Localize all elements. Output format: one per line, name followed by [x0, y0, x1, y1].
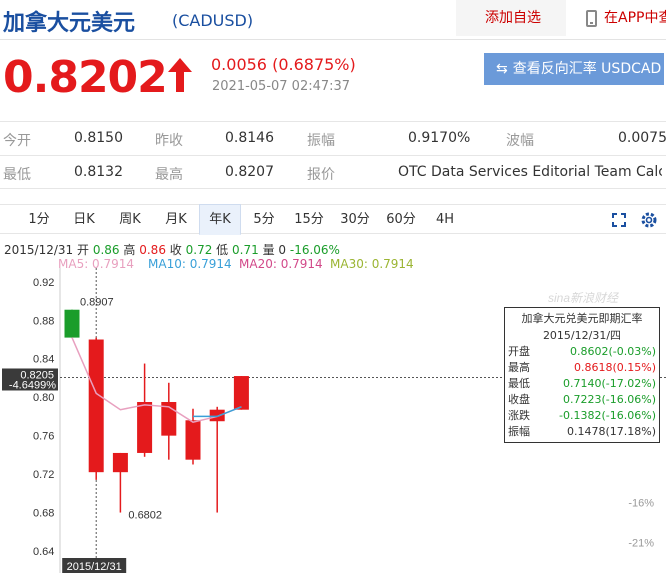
add-watchlist-button[interactable]: 添加自选: [456, 0, 566, 36]
y-tick-label: 0.88: [33, 315, 54, 327]
tooltip-key: 最低: [508, 377, 530, 390]
crosshair-date: 2015/12/31: [67, 561, 122, 573]
tooltip-key: 收盘: [508, 393, 530, 406]
tab-week[interactable]: 周K: [108, 205, 152, 234]
current-price: 0.8202: [3, 52, 168, 103]
stats-row: 最低 0.8132 最高 0.8207 报价 OTC Data Services…: [0, 155, 666, 189]
fullscreen-icon[interactable]: [612, 213, 626, 227]
tooltip-key: 最高: [508, 361, 530, 374]
info-close-label: 收: [169, 243, 182, 257]
candle-body: [137, 402, 153, 453]
reverse-rate-label: 查看反向汇率 USDCAD: [512, 61, 662, 77]
tooltip-row: 涨跌 -0.1382(-16.06%): [505, 408, 659, 424]
info-date: 2015/12/31: [4, 243, 74, 257]
stat-value: 0.8132: [74, 164, 123, 180]
info-low-label: 低: [216, 243, 229, 257]
candle-body: [64, 309, 80, 338]
tooltip-value: 0.1478(17.18%): [566, 425, 656, 438]
y-tick-label: 0.68: [33, 508, 54, 520]
candle-body: [112, 452, 128, 473]
tooltip-date: 2015/12/31/四: [542, 329, 622, 342]
stat-label: 报价: [307, 167, 335, 183]
stat-label: 最高: [155, 167, 183, 183]
tooltip-value: 0.8618(0.15%): [573, 361, 656, 374]
stat-label: 最低: [3, 167, 31, 183]
tab-60min[interactable]: 60分: [379, 205, 423, 234]
tab-month[interactable]: 月K: [154, 205, 198, 234]
tooltip-value: 0.7223(-16.06%): [563, 393, 656, 406]
view-in-app-button[interactable]: 在APP中查看: [599, 0, 666, 36]
stat-value: 0.0075: [618, 130, 666, 146]
page-title: 加拿大元美元: [3, 11, 136, 36]
tab-year[interactable]: 年K: [199, 204, 241, 235]
tooltip-row: 振幅 0.1478(17.18%): [505, 424, 659, 440]
info-volume: 0: [278, 243, 287, 257]
stat-value: 0.8150: [74, 130, 123, 146]
stat-value: 0.9170%: [408, 130, 471, 146]
tab-30min[interactable]: 30分: [333, 205, 377, 234]
watermark: sina新浪财经: [548, 291, 620, 305]
candle-annotation: 0.6802: [128, 510, 162, 522]
y-tick-label: 0.80: [33, 392, 54, 404]
tooltip-row: 最高 0.8618(0.15%): [505, 360, 659, 376]
stat-value: 0.8146: [225, 130, 274, 146]
price-change: 0.0056 (0.6875%): [211, 55, 356, 74]
info-volume-label: 量: [262, 243, 275, 257]
phone-icon: [586, 10, 597, 27]
stat-label: 波幅: [506, 133, 534, 149]
info-open-label: 开: [77, 243, 90, 257]
candle-body: [233, 376, 249, 410]
tooltip-row: 开盘 0.8602(-0.03%): [505, 344, 659, 360]
info-high: 0.86: [139, 243, 166, 257]
swap-icon: ⇆: [496, 61, 508, 77]
y-tick-label: 0.84: [33, 354, 54, 366]
tooltip-row: 收盘 0.7223(-16.06%): [505, 392, 659, 408]
tab-15min[interactable]: 15分: [287, 205, 331, 234]
header: 加拿大元美元 (CADUSD) 添加自选 在APP中查看: [0, 0, 666, 40]
stats-table: 今开 0.8150 昨收 0.8146 振幅 0.9170% 波幅 0.0075…: [0, 121, 666, 189]
pct-tick-label: -16%: [628, 498, 654, 510]
tab-1min[interactable]: 1分: [20, 205, 58, 234]
quote-time: 2021-05-07 02:47:37: [212, 79, 351, 94]
y-tick-label: 0.92: [33, 277, 54, 289]
y-tick-label: 0.64: [33, 546, 54, 558]
candle-body: [185, 420, 201, 460]
pct-tick-label: -21%: [628, 537, 654, 549]
stat-label: 今开: [3, 133, 31, 149]
info-change: -16.06%: [289, 243, 340, 257]
tooltip-value: 0.8602(-0.03%): [570, 345, 656, 358]
currency-code: (CADUSD): [172, 11, 254, 30]
settings-icon[interactable]: [640, 211, 658, 229]
info-open: 0.86: [92, 243, 120, 257]
stat-value: OTC Data Services Editorial Team Calc...: [398, 164, 662, 180]
info-high-label: 高: [123, 243, 136, 257]
period-tabs: 1分 日K 周K 月K 年K 5分 15分 30分 60分 4H: [0, 204, 666, 235]
stat-label: 昨收: [155, 133, 183, 149]
stat-label: 振幅: [307, 133, 335, 149]
candle-body: [88, 339, 104, 473]
tab-5min[interactable]: 5分: [244, 205, 284, 234]
candle-info-bar: 2015/12/31 开 0.86 高 0.86 收 0.72 低 0.71 量…: [4, 241, 340, 258]
info-low: 0.71: [232, 243, 259, 257]
tooltip-panel: 加拿大元兑美元即期汇率 2015/12/31/四 开盘 0.8602(-0.03%…: [504, 307, 660, 443]
up-arrow-icon: [168, 58, 192, 92]
tab-day[interactable]: 日K: [62, 205, 106, 234]
tooltip-value: 0.7140(-17.02%): [563, 377, 656, 390]
stat-value: 0.8207: [225, 164, 274, 180]
tooltip-row: 最低 0.7140(-17.02%): [505, 376, 659, 392]
info-close: 0.72: [185, 243, 213, 257]
stats-row: 今开 0.8150 昨收 0.8146 振幅 0.9170% 波幅 0.0075: [0, 121, 666, 155]
tooltip-value: -0.1382(-16.06%): [559, 409, 656, 422]
y-tick-label: 0.76: [33, 431, 54, 443]
candle-body: [209, 409, 225, 422]
tooltip-key: 振幅: [508, 425, 530, 438]
tab-4h[interactable]: 4H: [425, 205, 465, 234]
current-price-pct: -4.6499%: [9, 379, 56, 391]
reverse-rate-button[interactable]: ⇆ 查看反向汇率 USDCAD: [484, 53, 664, 85]
candle-annotation: 0.8907: [80, 297, 114, 309]
tooltip-key: 开盘: [508, 345, 530, 358]
tooltip-key: 涨跌: [508, 409, 530, 422]
tooltip-title: 加拿大元兑美元即期汇率: [521, 312, 643, 325]
y-tick-label: 0.72: [33, 469, 54, 481]
